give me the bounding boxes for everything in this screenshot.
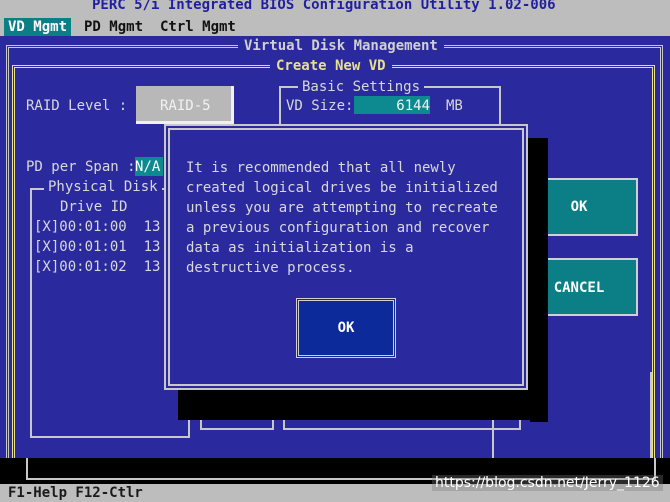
dialog-message-line: created logical drives be initialized [186,180,498,196]
dialog-message-line: It is recommended that all newly [186,160,456,176]
drive-id-header: Drive ID [60,199,128,215]
physical-disk-title: Physical Disk [44,178,162,196]
drive-row[interactable]: [X]00:01:02 13 [34,258,160,276]
tab-bar: VD Mgmt PD Mgmt Ctrl Mgmt [0,18,670,36]
pd-per-span-label: PD per Span : [26,159,136,175]
create-new-vd-title: Create New VD [270,57,392,75]
tab-pd-mgmt[interactable]: PD Mgmt [80,18,147,36]
vd-size-value: 6144 [396,98,430,114]
dialog-message-line: a previous configuration and recover [186,220,490,236]
virtual-disk-management-title: Virtual Disk Management [238,37,444,55]
raid-level-value: RAID-5 [160,98,211,114]
raid-level-label: RAID Level : [26,98,128,114]
basic-settings-title: Basic Settings [298,78,425,96]
dialog-message-line: destructive process. [186,260,355,276]
title-bar: PERC 5/i Integrated BIOS Configuration U… [0,0,670,18]
dialog-message-line: unless you are attempting to recreate [186,200,498,216]
dialog-ok-label: OK [337,320,355,336]
vd-size-label: VD Size: [286,98,354,114]
help-text: F1-Help F12-Ctlr [8,485,143,501]
vd-size-unit: MB [446,98,463,114]
drive-row[interactable]: [X]00:01:01 13 [34,238,160,256]
tab-ctrl-mgmt[interactable]: Ctrl Mgmt [156,18,240,36]
app-title: PERC 5/i Integrated BIOS Configuration U… [92,0,556,13]
pd-per-span-value: N/A [135,159,161,175]
watermark: https://blog.csdn.net/Jerry_1126 [432,475,663,491]
dialog-message-line: data as initialization is a [186,240,414,256]
drive-row[interactable]: [X]00:01:00 13 [34,218,160,236]
tab-vd-mgmt[interactable]: VD Mgmt [4,18,72,36]
